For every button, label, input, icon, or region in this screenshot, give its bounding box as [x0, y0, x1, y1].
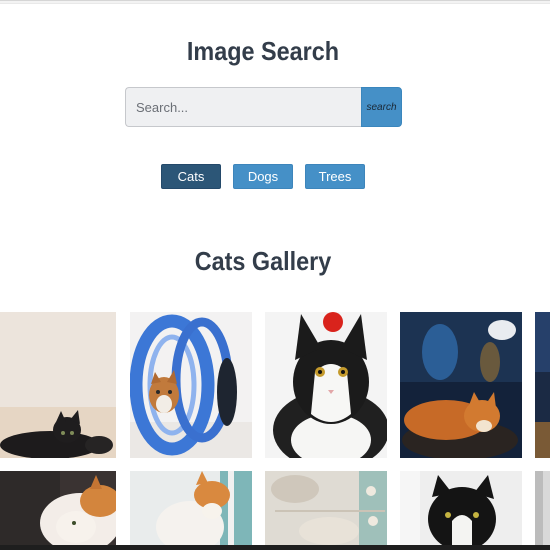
gallery-image-orange-cat-night[interactable]: [400, 312, 522, 458]
search-input[interactable]: [125, 87, 361, 127]
gallery-image-orange-white-cat[interactable]: [130, 471, 252, 550]
gallery-image-calico-cat[interactable]: [0, 471, 116, 550]
gallery-image-cat-red-pompom[interactable]: [265, 312, 387, 458]
gallery-image-black-cat-lying[interactable]: [0, 312, 116, 458]
gallery-image-partial-1[interactable]: [535, 312, 550, 458]
search-button[interactable]: search: [361, 87, 402, 127]
gallery-image-paws-blanket[interactable]: [265, 471, 387, 550]
bottom-edge: [0, 545, 550, 550]
gallery-image-black-white-cat[interactable]: [400, 471, 522, 550]
category-button-trees[interactable]: Trees: [305, 164, 365, 189]
gallery-title: Cats Gallery: [194, 246, 332, 276]
gallery-image-partial-2[interactable]: [535, 471, 550, 550]
category-button-dogs[interactable]: Dogs: [233, 164, 293, 189]
category-button-cats[interactable]: Cats: [161, 164, 221, 189]
page-title: Image Search: [186, 36, 340, 66]
search-bar: search: [125, 87, 402, 127]
top-divider: [0, 0, 550, 4]
gallery-image-cat-in-tunnel[interactable]: [130, 312, 252, 458]
